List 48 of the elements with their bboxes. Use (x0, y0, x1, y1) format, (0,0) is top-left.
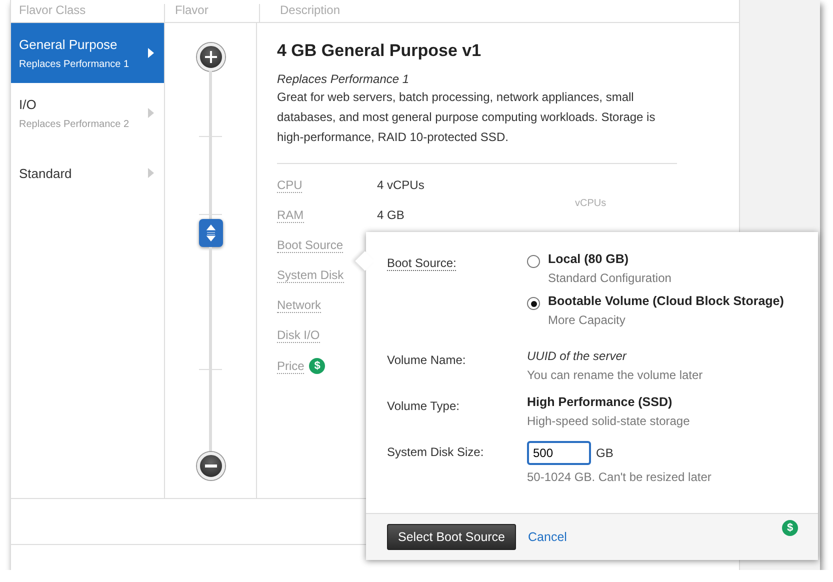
grip-icon (206, 224, 216, 242)
option-label: Bootable Volume (Cloud Block Storage) (548, 294, 784, 308)
radio-button[interactable] (527, 255, 540, 268)
volume-type: High Performance (SSD) (527, 395, 674, 409)
flavor-description: Great for web servers, batch processing, network appliances, small databases, and most general purpose computing workloads. Storage is high-performance, RAID 10-protected SSD. (277, 89, 656, 146)
field-label: Volume Name: (387, 353, 466, 367)
hint-text: High-speed solid-state storage (527, 414, 691, 428)
field-label: Boot Source: (387, 256, 456, 271)
column-header: Flavor (164, 4, 259, 22)
select-button[interactable]: Select Boot Source (387, 524, 516, 550)
spec-label[interactable]: Boot Source (277, 238, 344, 253)
spec-value: 4 vCPUs (377, 178, 424, 192)
spec-value: 4 GB (377, 208, 404, 222)
price-badge: $ (782, 520, 798, 536)
unit-label: GB (596, 446, 614, 460)
input-field[interactable]: 500 (527, 441, 591, 465)
volume-name: UUID of the server (527, 349, 628, 363)
column-header: Description (259, 4, 340, 22)
spec-label[interactable]: RAM (277, 208, 304, 223)
plus-button[interactable] (196, 43, 224, 71)
option-note: More Capacity (548, 313, 626, 327)
sidebar-item[interactable]: General Purpose Replaces Performance 1 (11, 23, 164, 83)
minus-button[interactable] (196, 452, 224, 480)
price-badge: $ (309, 358, 326, 374)
caret-icon (148, 168, 154, 178)
caret-icon (148, 108, 154, 118)
column-label: vCPUs (575, 198, 606, 209)
spec-label[interactable]: CPU (277, 178, 302, 193)
sidebar-item[interactable]: I/O Replaces Performance 2 (11, 83, 164, 143)
hint-text: You can rename the volume later (527, 368, 704, 382)
option-note: Standard Configuration (548, 271, 672, 285)
sidebar-item[interactable]: Standard (11, 143, 164, 203)
flavor-title: 4 GB General Purpose v1 (277, 41, 482, 61)
plus-icon (204, 51, 216, 63)
spec-label[interactable]: Network (277, 298, 322, 313)
flavor-subtitle: Replaces Performance 1 (277, 72, 410, 86)
column-header: Flavor Class (18, 4, 87, 19)
spec-label[interactable]: Disk I/O (277, 328, 320, 343)
option-label: Local (80 GB) (548, 252, 630, 266)
field-label: System Disk Size: (387, 445, 484, 459)
hint-text: 50-1024 GB. Can't be resized later (527, 470, 712, 484)
spec-label[interactable]: System Disk (277, 268, 344, 283)
radio-button[interactable] (527, 297, 540, 310)
spec-label[interactable]: Price (277, 358, 304, 374)
caret-icon (148, 48, 154, 58)
cancel-link[interactable]: Cancel (528, 530, 567, 544)
field-label: Volume Type: (387, 399, 460, 413)
slider-thumb[interactable] (198, 219, 222, 248)
